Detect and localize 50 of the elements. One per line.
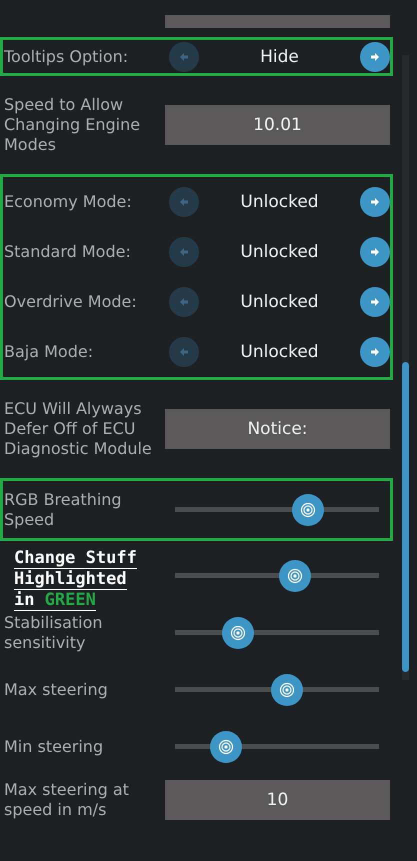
next-button[interactable] bbox=[360, 187, 390, 217]
option-value: Hide bbox=[260, 46, 299, 66]
value-field[interactable]: 10 bbox=[165, 780, 390, 820]
left-arrow-icon bbox=[179, 197, 189, 207]
value-field[interactable]: Notice: bbox=[165, 409, 390, 449]
previous-button[interactable] bbox=[169, 237, 199, 267]
scrollbar[interactable] bbox=[402, 55, 409, 680]
previous-button[interactable] bbox=[169, 187, 199, 217]
option-value: Unlocked bbox=[240, 342, 319, 362]
right-arrow-icon bbox=[370, 347, 380, 357]
setting-label: Min steering bbox=[3, 736, 104, 756]
right-arrow-icon bbox=[370, 297, 380, 307]
next-button[interactable] bbox=[360, 337, 390, 367]
slider-thumb[interactable] bbox=[210, 730, 242, 762]
annotation-text: in GREEN bbox=[14, 590, 96, 611]
right-arrow-icon bbox=[370, 52, 380, 62]
next-button[interactable] bbox=[360, 42, 390, 72]
left-arrow-icon bbox=[179, 297, 189, 307]
option-value: Unlocked bbox=[240, 192, 319, 212]
setting-label: Economy Mode: bbox=[3, 192, 133, 212]
annotation-text: Highlighted bbox=[14, 569, 127, 590]
next-button[interactable] bbox=[360, 287, 390, 317]
slider-thumb[interactable] bbox=[279, 560, 312, 592]
value-field[interactable] bbox=[165, 15, 390, 28]
setting-label: Max steering bbox=[3, 680, 109, 700]
slider-thumb[interactable] bbox=[222, 616, 254, 648]
left-arrow-icon bbox=[179, 247, 189, 257]
setting-label: Speed to Allow Changing Engine Modes bbox=[3, 95, 142, 155]
value-field[interactable]: 10.01 bbox=[165, 105, 390, 145]
previous-button[interactable] bbox=[169, 42, 199, 72]
previous-button[interactable] bbox=[169, 287, 199, 317]
left-arrow-icon bbox=[179, 52, 189, 62]
slider-thumb[interactable] bbox=[271, 674, 304, 706]
setting-label: Baja Mode: bbox=[3, 342, 94, 362]
setting-label: RGB Breathing Speed bbox=[3, 490, 123, 530]
setting-label: Tooltips Option: bbox=[3, 46, 130, 66]
setting-label: Standard Mode: bbox=[3, 242, 132, 262]
setting-label: ECU Will Alyways Defer Off of ECU Diagnostic Module bbox=[3, 399, 153, 459]
setting-label: Max steering at speed in m/s bbox=[3, 780, 130, 820]
option-value: Unlocked bbox=[240, 292, 319, 312]
left-arrow-icon bbox=[179, 347, 189, 357]
annotation-text: Change Stuff bbox=[14, 548, 137, 569]
slider-thumb[interactable] bbox=[292, 494, 324, 526]
right-arrow-icon bbox=[370, 247, 380, 257]
previous-button[interactable] bbox=[169, 337, 199, 367]
next-button[interactable] bbox=[360, 237, 390, 267]
right-arrow-icon bbox=[370, 197, 380, 207]
setting-label: Stabilisation sensitivity bbox=[3, 612, 104, 652]
option-value: Unlocked bbox=[240, 242, 319, 262]
setting-label: Overdrive Mode: bbox=[3, 292, 138, 312]
